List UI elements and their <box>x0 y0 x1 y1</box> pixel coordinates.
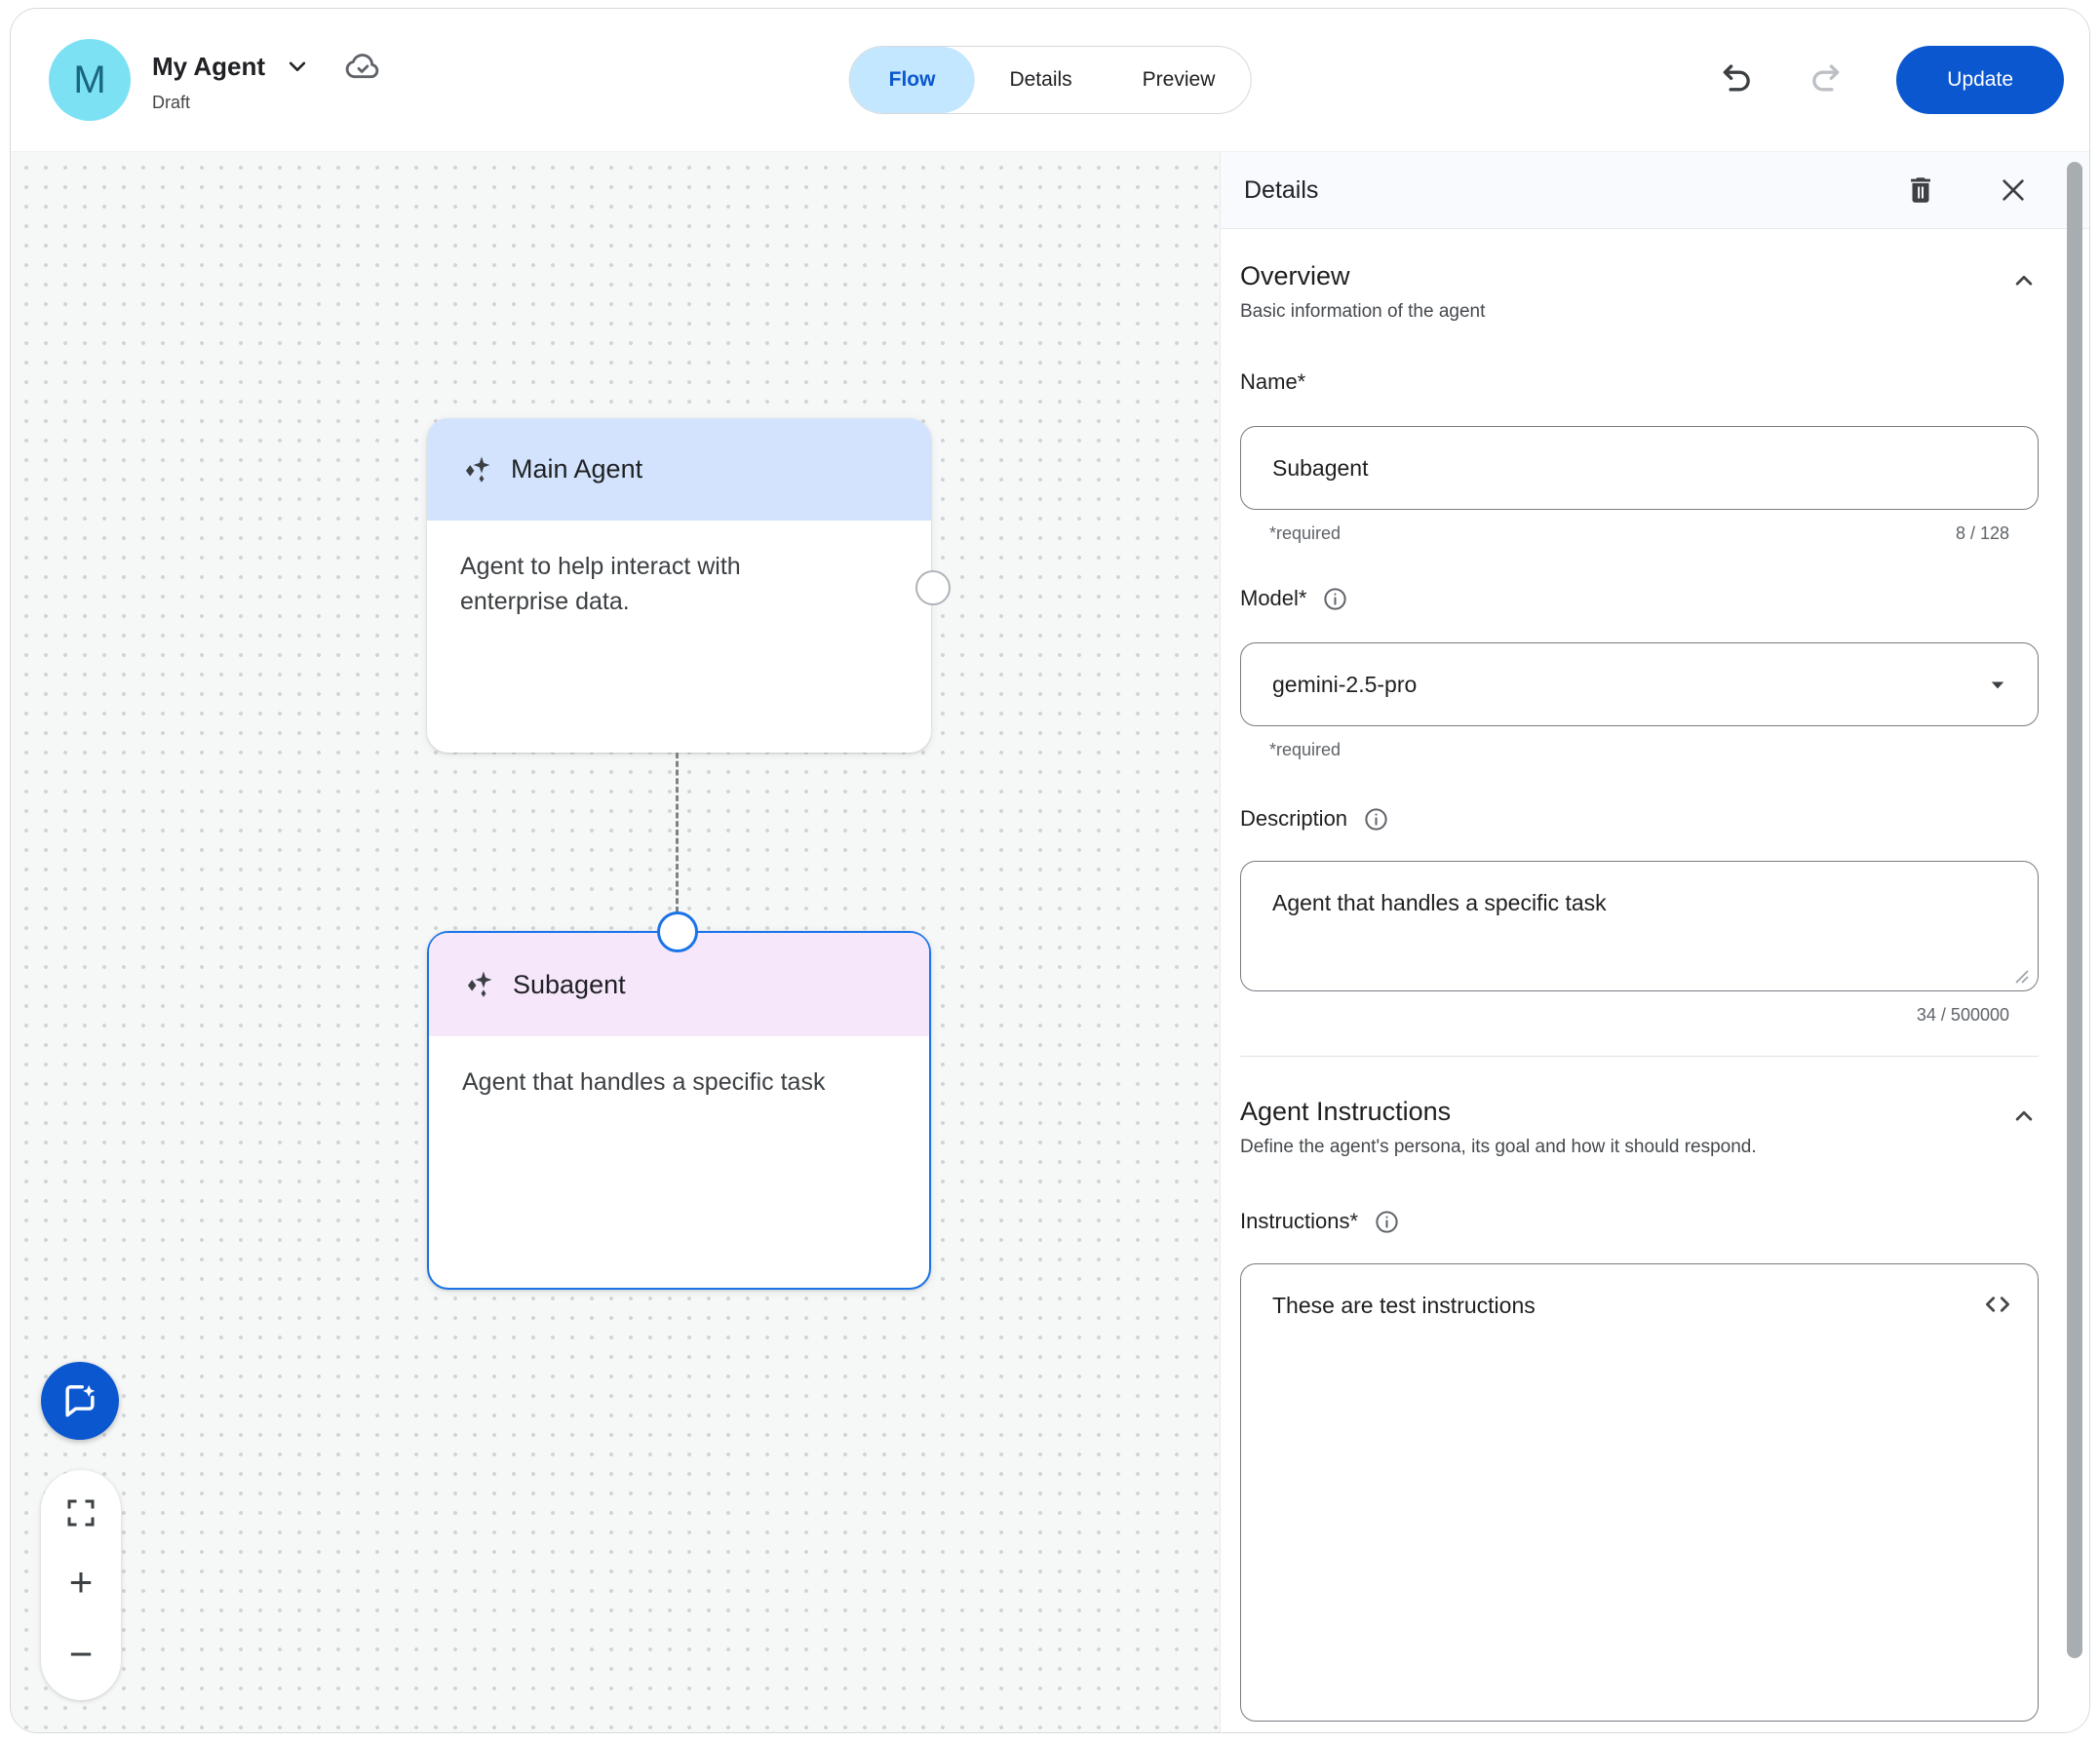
details-panel-header: Details <box>1221 152 2089 229</box>
flow-canvas[interactable]: Main Agent Agent to help interact with e… <box>11 152 1220 1732</box>
zoom-out-button[interactable]: − <box>69 1634 94 1675</box>
panel-title: Details <box>1244 176 1318 205</box>
app-window: M My Agent Draft Flo <box>10 8 2090 1733</box>
info-icon[interactable] <box>1363 806 1389 833</box>
view-switcher: Flow Details Preview <box>849 46 1252 114</box>
panel-scrollbar[interactable] <box>2067 162 2082 1658</box>
node-title: Subagent <box>513 970 626 1000</box>
instructions-value: These are test instructions <box>1272 1293 1536 1318</box>
connector-port-top[interactable] <box>657 911 698 952</box>
status-badge: Draft <box>152 93 382 113</box>
description-value: Agent that handles a specific task <box>1272 890 1607 915</box>
agent-info: M My Agent Draft <box>49 39 382 121</box>
name-input[interactable]: Subagent <box>1240 426 2039 510</box>
info-icon[interactable] <box>1374 1209 1400 1235</box>
model-select[interactable]: gemini-2.5-pro <box>1240 642 2039 726</box>
tab-preview[interactable]: Preview <box>1108 47 1251 113</box>
avatar: M <box>49 39 131 121</box>
dropdown-arrow-icon <box>1983 670 2012 699</box>
instructions-textarea[interactable]: These are test instructions <box>1240 1263 2039 1722</box>
details-panel: Details <box>1220 152 2089 1732</box>
agent-instructions-heading: Agent Instructions <box>1240 1094 1757 1129</box>
edge-main-to-subagent <box>676 753 679 912</box>
sparkle-icon <box>460 453 493 486</box>
resize-handle-icon[interactable] <box>2012 967 2030 985</box>
zoom-in-button[interactable]: + <box>69 1562 94 1603</box>
undo-icon[interactable] <box>1717 60 1756 99</box>
node-subagent[interactable]: Subagent Agent that handles a specific t… <box>427 931 931 1290</box>
cloud-saved-icon <box>343 47 382 86</box>
name-char-counter: 8 / 128 <box>1956 522 2009 545</box>
tab-flow[interactable]: Flow <box>850 47 975 113</box>
top-bar: M My Agent Draft Flo <box>11 9 2089 152</box>
node-description: Agent to help interact with enterprise d… <box>427 521 836 648</box>
info-icon[interactable] <box>1322 586 1348 612</box>
update-button[interactable]: Update <box>1896 46 2064 114</box>
node-main-agent[interactable]: Main Agent Agent to help interact with e… <box>427 418 931 753</box>
chevron-down-icon[interactable] <box>283 52 312 81</box>
tab-details[interactable]: Details <box>974 47 1107 113</box>
redo-icon[interactable] <box>1807 60 1846 99</box>
connector-port-right[interactable] <box>915 570 951 605</box>
instructions-label: Instructions* <box>1240 1209 1358 1234</box>
fit-screen-icon[interactable] <box>63 1495 98 1530</box>
details-panel-body: Overview Basic information of the agent … <box>1221 258 2089 1733</box>
description-char-counter: 34 / 500000 <box>1917 1003 2009 1026</box>
chat-sparkle-icon <box>58 1379 101 1422</box>
model-selected-value: gemini-2.5-pro <box>1272 672 1417 698</box>
sparkle-icon <box>462 968 495 1001</box>
model-required-note: *required <box>1269 738 1341 761</box>
agent-instructions-subtitle: Define the agent's persona, its goal and… <box>1240 1135 1757 1160</box>
agent-name-title: My Agent <box>152 52 265 82</box>
name-label: Name* <box>1240 369 1305 395</box>
canvas-zoom-controls: + − <box>41 1470 121 1700</box>
code-editor-icon[interactable] <box>1981 1288 2014 1321</box>
section-divider <box>1240 1056 2039 1057</box>
node-description: Agent that handles a specific task <box>429 1036 929 1130</box>
description-label: Description <box>1240 806 1347 832</box>
overview-subtitle: Basic information of the agent <box>1240 299 1485 325</box>
collapse-overview-icon[interactable] <box>2009 266 2039 295</box>
description-textarea[interactable]: Agent that handles a specific task <box>1240 861 2039 991</box>
node-title: Main Agent <box>511 454 642 484</box>
overview-heading: Overview <box>1240 258 1485 293</box>
chat-feedback-button[interactable] <box>41 1362 119 1440</box>
model-label: Model* <box>1240 586 1306 611</box>
name-required-note: *required <box>1269 522 1341 545</box>
delete-icon[interactable] <box>1904 174 1937 207</box>
collapse-instructions-icon[interactable] <box>2009 1102 2039 1131</box>
close-icon[interactable] <box>1998 174 2029 206</box>
header-actions: Update <box>1717 46 2064 114</box>
